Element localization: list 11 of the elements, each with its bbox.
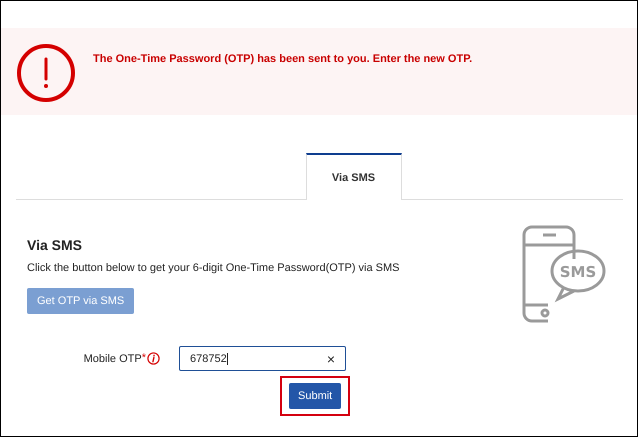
info-icon[interactable] (147, 352, 160, 365)
tab[interactable]: Via SMS (306, 153, 402, 200)
submit-button[interactable]: Submit (289, 383, 342, 409)
alert-message: The One-Time Password (OTP) has been sent to you. Enter the new OTP. (93, 53, 472, 65)
otp-input-field[interactable]: 678752 × (179, 346, 346, 371)
required-mark: * (142, 352, 146, 364)
warning-icon (16, 43, 76, 103)
clear-button[interactable]: × (326, 350, 335, 366)
section-heading: Via SMS (27, 237, 82, 253)
description-text: Click the button below to get your 6-digit One-Time Password(OTP) via SMS (27, 262, 400, 274)
field-label: Mobile OTP (84, 352, 142, 364)
